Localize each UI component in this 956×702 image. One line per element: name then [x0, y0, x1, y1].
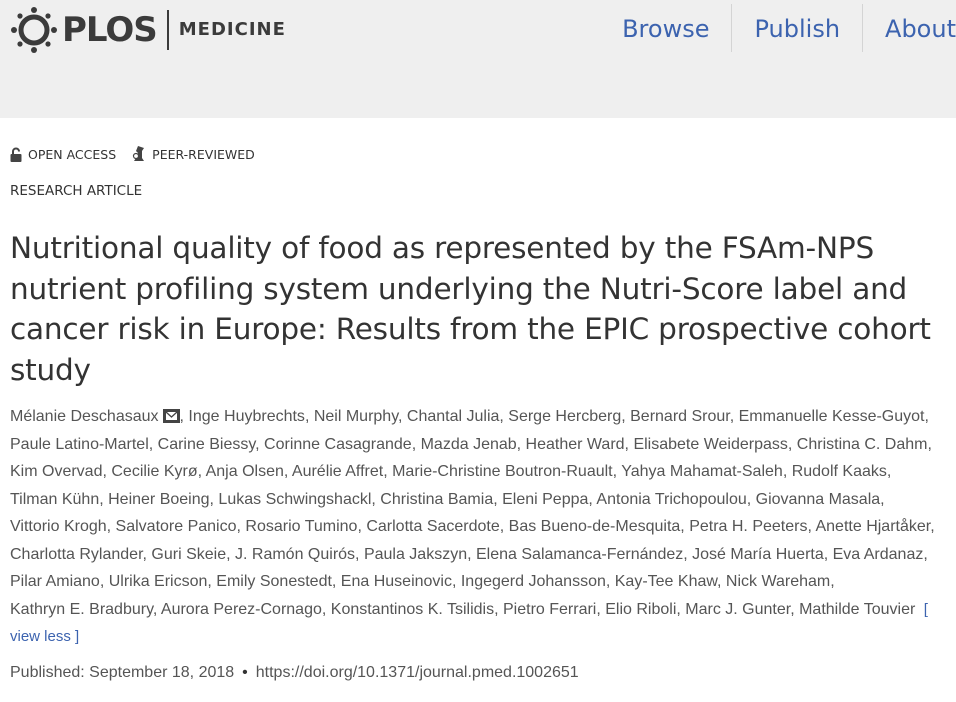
- author-name[interactable]: Bas Bueno-de-Mesquita: [509, 518, 681, 535]
- article-title: Nutritional quality of food as represent…: [10, 231, 931, 387]
- author-name[interactable]: Marc J. Gunter: [685, 601, 790, 618]
- author-name[interactable]: Carlotta Sacerdote: [366, 518, 499, 535]
- author-name[interactable]: Emmanuelle Kesse-Guyot: [739, 408, 925, 425]
- author-name[interactable]: Rudolf Kaaks: [792, 463, 887, 480]
- author-name[interactable]: Paule Latino-Martel: [10, 436, 149, 453]
- author-name[interactable]: Elena Salamanca-Fernández: [476, 546, 683, 563]
- author-name[interactable]: Charlotta Rylander: [10, 546, 143, 563]
- author-name[interactable]: Aurélie Affret: [292, 463, 383, 480]
- author-name[interactable]: Anette Hjartåker: [815, 518, 930, 535]
- author-name[interactable]: Bernard Srour: [630, 408, 730, 425]
- author-name[interactable]: Tilman Kühn: [10, 491, 99, 508]
- author-list: Mélanie Deschasaux, Inge Huybrechts, Nei…: [10, 408, 935, 645]
- author-name[interactable]: Konstantinos K. Tsilidis: [331, 601, 494, 618]
- author-name[interactable]: Chantal Julia: [407, 408, 500, 425]
- author-name[interactable]: Kathryn E. Bradbury: [10, 601, 153, 618]
- author-name[interactable]: Emily Sonestedt: [216, 573, 332, 590]
- plos-medicine-logo[interactable]: PLOS MEDICINE: [10, 6, 286, 54]
- author-name[interactable]: Pilar Amiano: [10, 573, 100, 590]
- lock-open-icon: [10, 147, 22, 162]
- author-name[interactable]: Christina C. Dahm: [797, 436, 928, 453]
- author-name[interactable]: Marie-Christine Boutron-Ruault: [392, 463, 613, 480]
- author-name[interactable]: Ena Huseinovic: [341, 573, 452, 590]
- author-name[interactable]: Antonia Trichopoulou: [596, 491, 746, 508]
- peer-reviewed-badge[interactable]: PEER-REVIEWED: [132, 145, 255, 163]
- author-name[interactable]: Salvatore Panico: [116, 518, 237, 535]
- nav-browse[interactable]: Browse: [600, 4, 731, 52]
- doi-link[interactable]: https://doi.org/10.1371/journal.pmed.100…: [256, 664, 579, 681]
- logo-divider: [166, 10, 169, 50]
- author-name[interactable]: José María Huerta: [692, 546, 824, 563]
- author-name[interactable]: Pietro Ferrari: [503, 601, 596, 618]
- author-name[interactable]: Heather Ward: [526, 436, 625, 453]
- published-date: Published: September 18, 2018: [10, 664, 235, 681]
- article-badges: OPEN ACCESS PEER-REVIEWED: [10, 145, 271, 163]
- author-name[interactable]: Ingegerd Johansson: [461, 573, 606, 590]
- nav-about[interactable]: About: [862, 4, 956, 52]
- nav-publish[interactable]: Publish: [731, 4, 862, 52]
- author-name[interactable]: Corinne Casagrande: [264, 436, 412, 453]
- author-name[interactable]: Cecilie Kyrø: [111, 463, 197, 480]
- site-header: PLOS MEDICINE Browse Publish About: [0, 0, 956, 118]
- author-name[interactable]: Ulrika Ericson: [109, 573, 208, 590]
- peer-reviewed-label: PEER-REVIEWED: [152, 146, 255, 162]
- author-name[interactable]: Elisabete Weiderpass: [633, 436, 787, 453]
- author-name[interactable]: Paula Jakszyn: [364, 546, 467, 563]
- publication-info: Published: September 18, 2018 • https://do…: [10, 664, 579, 682]
- author-name[interactable]: Elio Riboli: [605, 601, 676, 618]
- author-name[interactable]: Rosario Tumino: [245, 518, 357, 535]
- author-name[interactable]: Vittorio Krogh: [10, 518, 107, 535]
- author-name[interactable]: Lukas Schwingshackl: [218, 491, 371, 508]
- author-name[interactable]: Christina Bamia: [380, 491, 493, 508]
- author-name[interactable]: Nick Wareham: [726, 573, 830, 590]
- logo-wordmark: PLOS: [62, 10, 158, 50]
- article-type: RESEARCH ARTICLE: [10, 183, 143, 199]
- author-name[interactable]: Petra H. Peeters: [689, 518, 807, 535]
- author-name[interactable]: Serge Hercberg: [508, 408, 621, 425]
- author-name[interactable]: Inge Huybrechts: [188, 408, 305, 425]
- author-name[interactable]: Giovanna Masala: [756, 491, 881, 508]
- author-name[interactable]: Mathilde Touvier: [799, 601, 915, 618]
- journal-name: MEDICINE: [178, 19, 286, 40]
- author-name[interactable]: Yahya Mahamat-Saleh: [621, 463, 783, 480]
- mail-icon[interactable]: [162, 409, 180, 423]
- separator-bullet: •: [242, 664, 248, 681]
- open-access-badge[interactable]: OPEN ACCESS: [10, 147, 116, 162]
- author-name[interactable]: Eva Ardanaz: [833, 546, 924, 563]
- author-name[interactable]: Heiner Boeing: [108, 491, 209, 508]
- peer-reviewed-icon: [133, 146, 145, 161]
- author-name[interactable]: Mélanie Deschasaux: [10, 408, 180, 425]
- author-name[interactable]: Mazda Jenab: [421, 436, 517, 453]
- author-name[interactable]: J. Ramón Quirós: [235, 546, 355, 563]
- author-name[interactable]: Carine Biessy: [158, 436, 256, 453]
- author-name[interactable]: Aurora Perez-Cornago: [161, 601, 322, 618]
- author-name[interactable]: Eleni Peppa: [502, 491, 588, 508]
- author-name[interactable]: Anja Olsen: [206, 463, 284, 480]
- main-nav: Browse Publish About: [600, 4, 956, 52]
- author-name[interactable]: Kim Overvad: [10, 463, 102, 480]
- plos-logo-icon: [11, 7, 57, 53]
- author-name[interactable]: Kay-Tee Khaw: [615, 573, 717, 590]
- author-name[interactable]: Guri Skeie: [151, 546, 226, 563]
- author-name[interactable]: Neil Murphy: [314, 408, 398, 425]
- open-access-label: OPEN ACCESS: [28, 146, 117, 162]
